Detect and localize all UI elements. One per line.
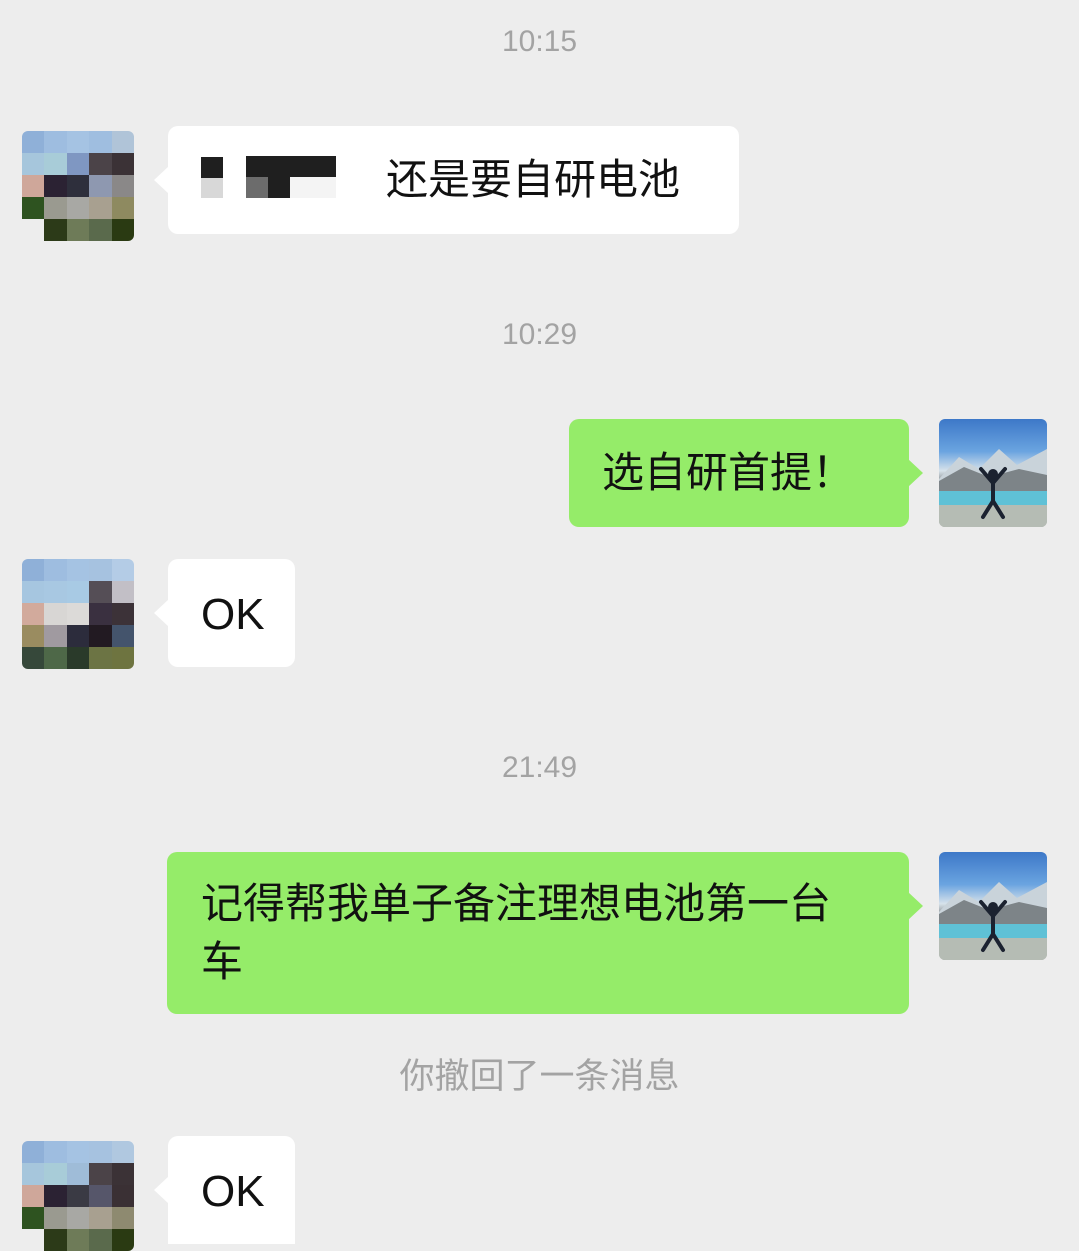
recall-notice: 你撤回了一条消息 bbox=[399, 1057, 680, 1097]
redacted-block bbox=[290, 177, 336, 198]
timestamp: 21:49 bbox=[501, 751, 578, 784]
mountain-lake-photo-icon bbox=[939, 449, 1047, 527]
message-text: OK bbox=[201, 1167, 265, 1216]
redacted-block bbox=[201, 178, 223, 198]
message-text-line: 车 bbox=[201, 937, 244, 986]
message-text-line: 记得帮我单子备注理想电池第一台 bbox=[201, 879, 832, 928]
timestamp: 10:29 bbox=[501, 318, 578, 351]
incoming-message-bubble[interactable]: OK bbox=[154, 559, 295, 667]
timestamp: 10:15 bbox=[501, 25, 578, 58]
self-avatar-icon[interactable] bbox=[939, 852, 1047, 960]
mountain-lake-photo-icon bbox=[939, 882, 1047, 960]
contact-avatar-icon[interactable] bbox=[22, 131, 134, 241]
message-text: OK bbox=[201, 590, 265, 639]
outgoing-message-bubble[interactable]: 选自研首提！ bbox=[569, 419, 923, 527]
outgoing-message-bubble[interactable]: 记得帮我单子备注理想电池第一台 车 bbox=[167, 852, 923, 1014]
redacted-block bbox=[246, 156, 336, 177]
incoming-message-bubble[interactable]: OK bbox=[154, 1136, 295, 1244]
redacted-block bbox=[201, 157, 223, 178]
contact-avatar-icon[interactable] bbox=[22, 1141, 134, 1251]
contact-avatar-icon[interactable] bbox=[22, 559, 134, 669]
message-text: 还是要自研电池 bbox=[386, 155, 681, 204]
redacted-block bbox=[246, 177, 268, 198]
redacted-block bbox=[268, 177, 290, 198]
self-avatar-icon[interactable] bbox=[939, 419, 1047, 527]
incoming-message-bubble[interactable]: 还是要自研电池 bbox=[154, 126, 739, 234]
message-text: 选自研首提！ bbox=[602, 448, 855, 497]
